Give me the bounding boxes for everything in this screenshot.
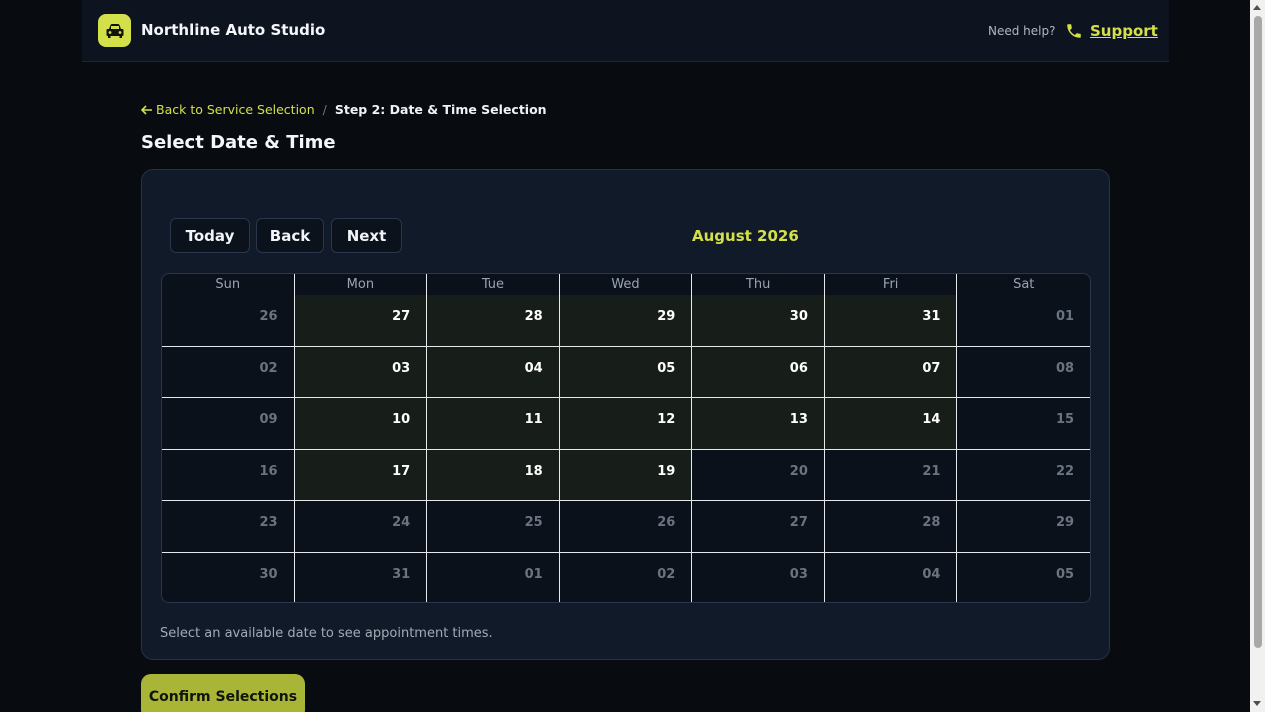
unavailable-day-cell: 27 (692, 501, 825, 552)
unavailable-day-cell: 09 (162, 398, 295, 449)
back-to-service-label[interactable]: Back to Service Selection (156, 102, 315, 117)
unavailable-day-cell: 01 (427, 552, 560, 602)
unavailable-day-cell: 21 (824, 449, 958, 500)
available-day-cell[interactable]: 28 (427, 295, 560, 346)
unavailable-day-cell: 20 (692, 449, 825, 500)
available-day-cell[interactable]: 19 (559, 449, 693, 500)
calendar-week-row: 02 03 04 05 06 07 08 (162, 346, 1090, 398)
available-day-cell[interactable]: 30 (692, 295, 825, 346)
unavailable-day-cell: 30 (162, 552, 295, 602)
weekday-header-row: Sun Mon Tue Wed Thu Fri Sat (162, 274, 1090, 295)
unavailable-day-cell: 08 (957, 346, 1090, 397)
brand-name[interactable]: Northline Auto Studio (141, 21, 325, 39)
unavailable-day-cell: 05 (957, 552, 1090, 602)
unavailable-day-cell: 29 (957, 501, 1090, 552)
unavailable-day-cell: 24 (294, 501, 428, 552)
unavailable-day-cell: 16 (162, 449, 295, 500)
available-day-cell[interactable]: 03 (294, 346, 428, 397)
calendar-week-row: 26 27 28 29 30 31 01 (162, 295, 1090, 347)
today-button[interactable]: Today (170, 218, 250, 253)
available-day-cell[interactable]: 05 (559, 346, 693, 397)
unavailable-day-cell: 31 (294, 552, 428, 602)
weekday-wed: Wed (560, 274, 693, 295)
unavailable-day-cell: 25 (427, 501, 560, 552)
next-button[interactable]: Next (331, 218, 402, 253)
calendar-week-row: 16 17 18 19 20 21 22 (162, 449, 1090, 501)
breadcrumb-separator: / (322, 102, 327, 117)
unavailable-day-cell: 23 (162, 501, 295, 552)
breadcrumb: Back to Service Selection / Step 2: Date… (141, 102, 547, 117)
available-day-cell[interactable]: 14 (824, 398, 958, 449)
available-day-cell[interactable]: 06 (692, 346, 825, 397)
available-day-cell[interactable]: 29 (559, 295, 693, 346)
weekday-mon: Mon (295, 274, 428, 295)
weekday-thu: Thu (692, 274, 825, 295)
available-day-cell[interactable]: 04 (427, 346, 560, 397)
breadcrumb-current: Step 2: Date & Time Selection (334, 102, 547, 117)
calendar-hint: Select an available date to see appointm… (160, 626, 493, 641)
unavailable-day-cell: 04 (824, 552, 958, 602)
scrollbar-thumb[interactable] (1254, 16, 1262, 648)
unavailable-day-cell: 15 (957, 398, 1090, 449)
calendar-week-row: 23 24 25 26 27 28 29 (162, 501, 1090, 553)
available-day-cell[interactable]: 31 (824, 295, 958, 346)
weekday-fri: Fri (825, 274, 958, 295)
weekday-sat: Sat (1013, 277, 1035, 292)
available-day-cell[interactable]: 07 (824, 346, 958, 397)
top-header: Northline Auto Studio Need help? Support (82, 0, 1169, 62)
unavailable-day-cell: 03 (692, 552, 825, 602)
available-day-cell[interactable]: 10 (294, 398, 428, 449)
weekday-tue: Tue (427, 274, 560, 295)
unavailable-day-cell: 26 (162, 295, 295, 346)
unavailable-day-cell: 01 (957, 295, 1090, 346)
arrow-left-icon (141, 104, 152, 115)
page-scrollbar[interactable] (1250, 0, 1265, 712)
unavailable-day-cell: 22 (957, 449, 1090, 500)
support-link[interactable]: Support (1090, 22, 1158, 40)
back-to-service-link[interactable]: Back to Service Selection (141, 102, 315, 117)
calendar-week-row: 30 31 01 02 03 04 05 (162, 552, 1090, 602)
calendar-weeks: 26 27 28 29 30 31 01 02 03 04 05 06 07 08 09 10 11 12 13 14… (162, 295, 1090, 602)
weekday-sun: Sun (162, 274, 295, 295)
available-day-cell[interactable]: 27 (294, 295, 428, 346)
need-help-text: Need help? (988, 24, 1056, 38)
confirm-selections-button[interactable]: Confirm Selections (141, 674, 305, 712)
phone-icon (1065, 22, 1083, 44)
car-icon[interactable] (98, 14, 131, 47)
unavailable-day-cell: 26 (559, 501, 693, 552)
calendar-week-row: 09 10 11 12 13 14 15 (162, 398, 1090, 450)
unavailable-day-cell: 28 (824, 501, 958, 552)
available-day-cell[interactable]: 13 (692, 398, 825, 449)
available-day-cell[interactable]: 17 (294, 449, 428, 500)
available-day-cell[interactable]: 11 (427, 398, 560, 449)
back-button[interactable]: Back (256, 218, 324, 253)
unavailable-day-cell: 02 (162, 346, 295, 397)
scroll-down-icon[interactable] (1253, 701, 1261, 706)
calendar-card: Today Back Next August 2026 Sun Mon Tue Wed… (141, 169, 1110, 660)
calendar-grid: Sun Mon Tue Wed Thu Fri Sat 26 27 28 29 30 31 01 02 03… (161, 273, 1091, 603)
scroll-up-icon[interactable] (1253, 5, 1261, 10)
unavailable-day-cell: 02 (559, 552, 693, 602)
available-day-cell[interactable]: 12 (559, 398, 693, 449)
month-label: August 2026 (692, 227, 799, 245)
available-day-cell[interactable]: 18 (427, 449, 560, 500)
page-title: Select Date & Time (141, 132, 336, 153)
